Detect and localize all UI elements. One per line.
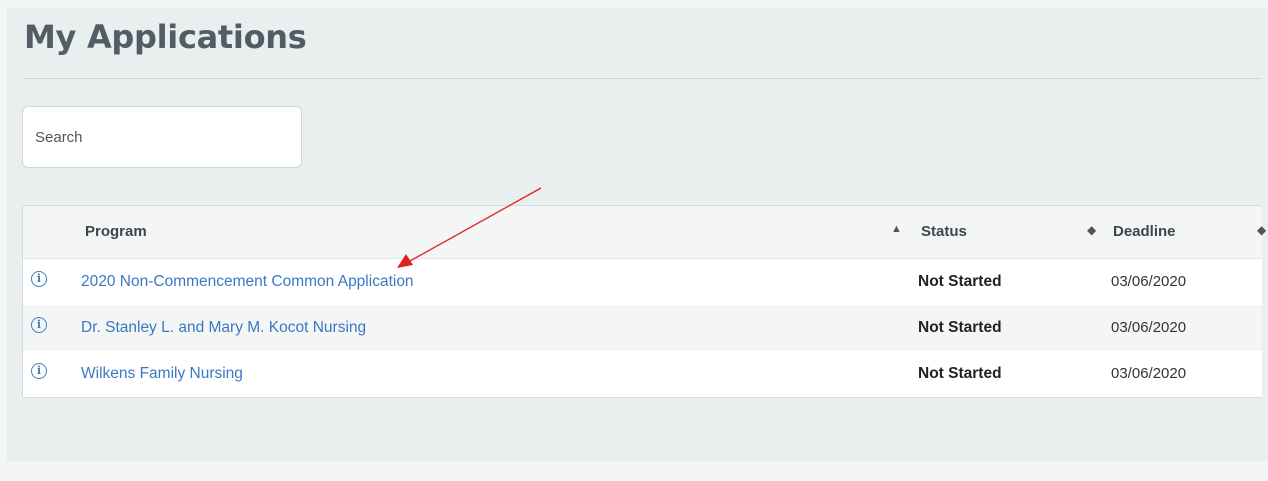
annotation-arrow — [397, 187, 542, 268]
